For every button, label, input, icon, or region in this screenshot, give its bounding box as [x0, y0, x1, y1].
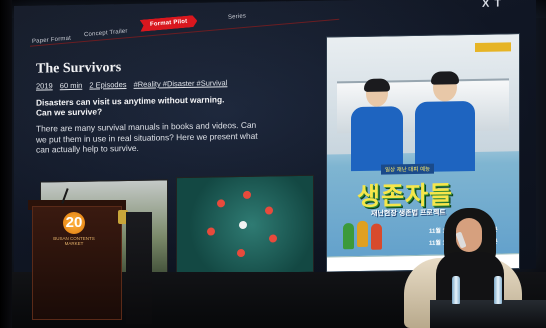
- slide-tab-bar: Paper Format Concept Trailer Format Pilo…: [22, 6, 352, 47]
- poster-host-man: [413, 71, 477, 173]
- host-hair: [431, 71, 459, 85]
- water-bottle: [452, 276, 460, 304]
- rescuer-figure: [237, 248, 245, 258]
- side-table: [430, 300, 546, 328]
- water-bottle: [494, 276, 502, 304]
- meta-year: 2019: [36, 81, 53, 91]
- logo-number: 20: [65, 214, 83, 231]
- slide-meta-row: 2019 60 min 2 Episodes #Reality #Disaste…: [36, 77, 318, 91]
- cartoon-figure: [343, 223, 354, 250]
- meta-episodes: 2 Episodes: [89, 80, 127, 90]
- host-uniform: [351, 106, 403, 172]
- podium-logo: 20 BUSAN CONTENTS MARKET: [50, 212, 98, 252]
- stage-left-shadow: [0, 0, 12, 328]
- poster-tagline: 일상 재난 대피 예능: [381, 163, 435, 175]
- poster-cartoon-figures: [343, 220, 383, 250]
- corner-logo-text: X T: [482, 0, 503, 10]
- meta-runtime: 60 min: [59, 80, 83, 91]
- still-image-aerial-circle: [176, 174, 314, 276]
- rescuer-figure: [265, 206, 273, 215]
- rescuer-figure: [239, 220, 247, 230]
- scene: Paper Format Concept Trailer Format Pilo…: [0, 0, 546, 328]
- tab-format-pilot-active: Format Pilot: [140, 15, 198, 32]
- rescuer-figure: [217, 199, 225, 208]
- meta-tags: #Reality #Disaster #Survival: [133, 78, 228, 89]
- slide-title: The Survivors: [36, 60, 122, 77]
- slide-lead: Disasters can visit us anytime without w…: [36, 93, 318, 117]
- poster-badge: [475, 42, 511, 52]
- rescuer-figure: [269, 234, 277, 243]
- host-hair: [364, 78, 390, 92]
- logo-caption: BUSAN CONTENTS MARKET: [53, 236, 95, 246]
- rescuer-figure: [207, 227, 215, 236]
- slide-text-block: The Survivors 2019 60 min 2 Episodes #Re…: [36, 53, 318, 155]
- cartoon-figure: [357, 220, 368, 248]
- cartoon-figure: [371, 223, 382, 250]
- poster-subtitle: 재난현장 생존법 프로젝트: [371, 209, 446, 218]
- poster-host-woman: [349, 78, 405, 172]
- tab-series: Series: [227, 13, 247, 21]
- stand-pole: [126, 212, 152, 324]
- host-uniform: [415, 100, 475, 173]
- slide-body: There are many survival manuals in books…: [36, 119, 318, 155]
- rescuer-figure: [243, 190, 251, 200]
